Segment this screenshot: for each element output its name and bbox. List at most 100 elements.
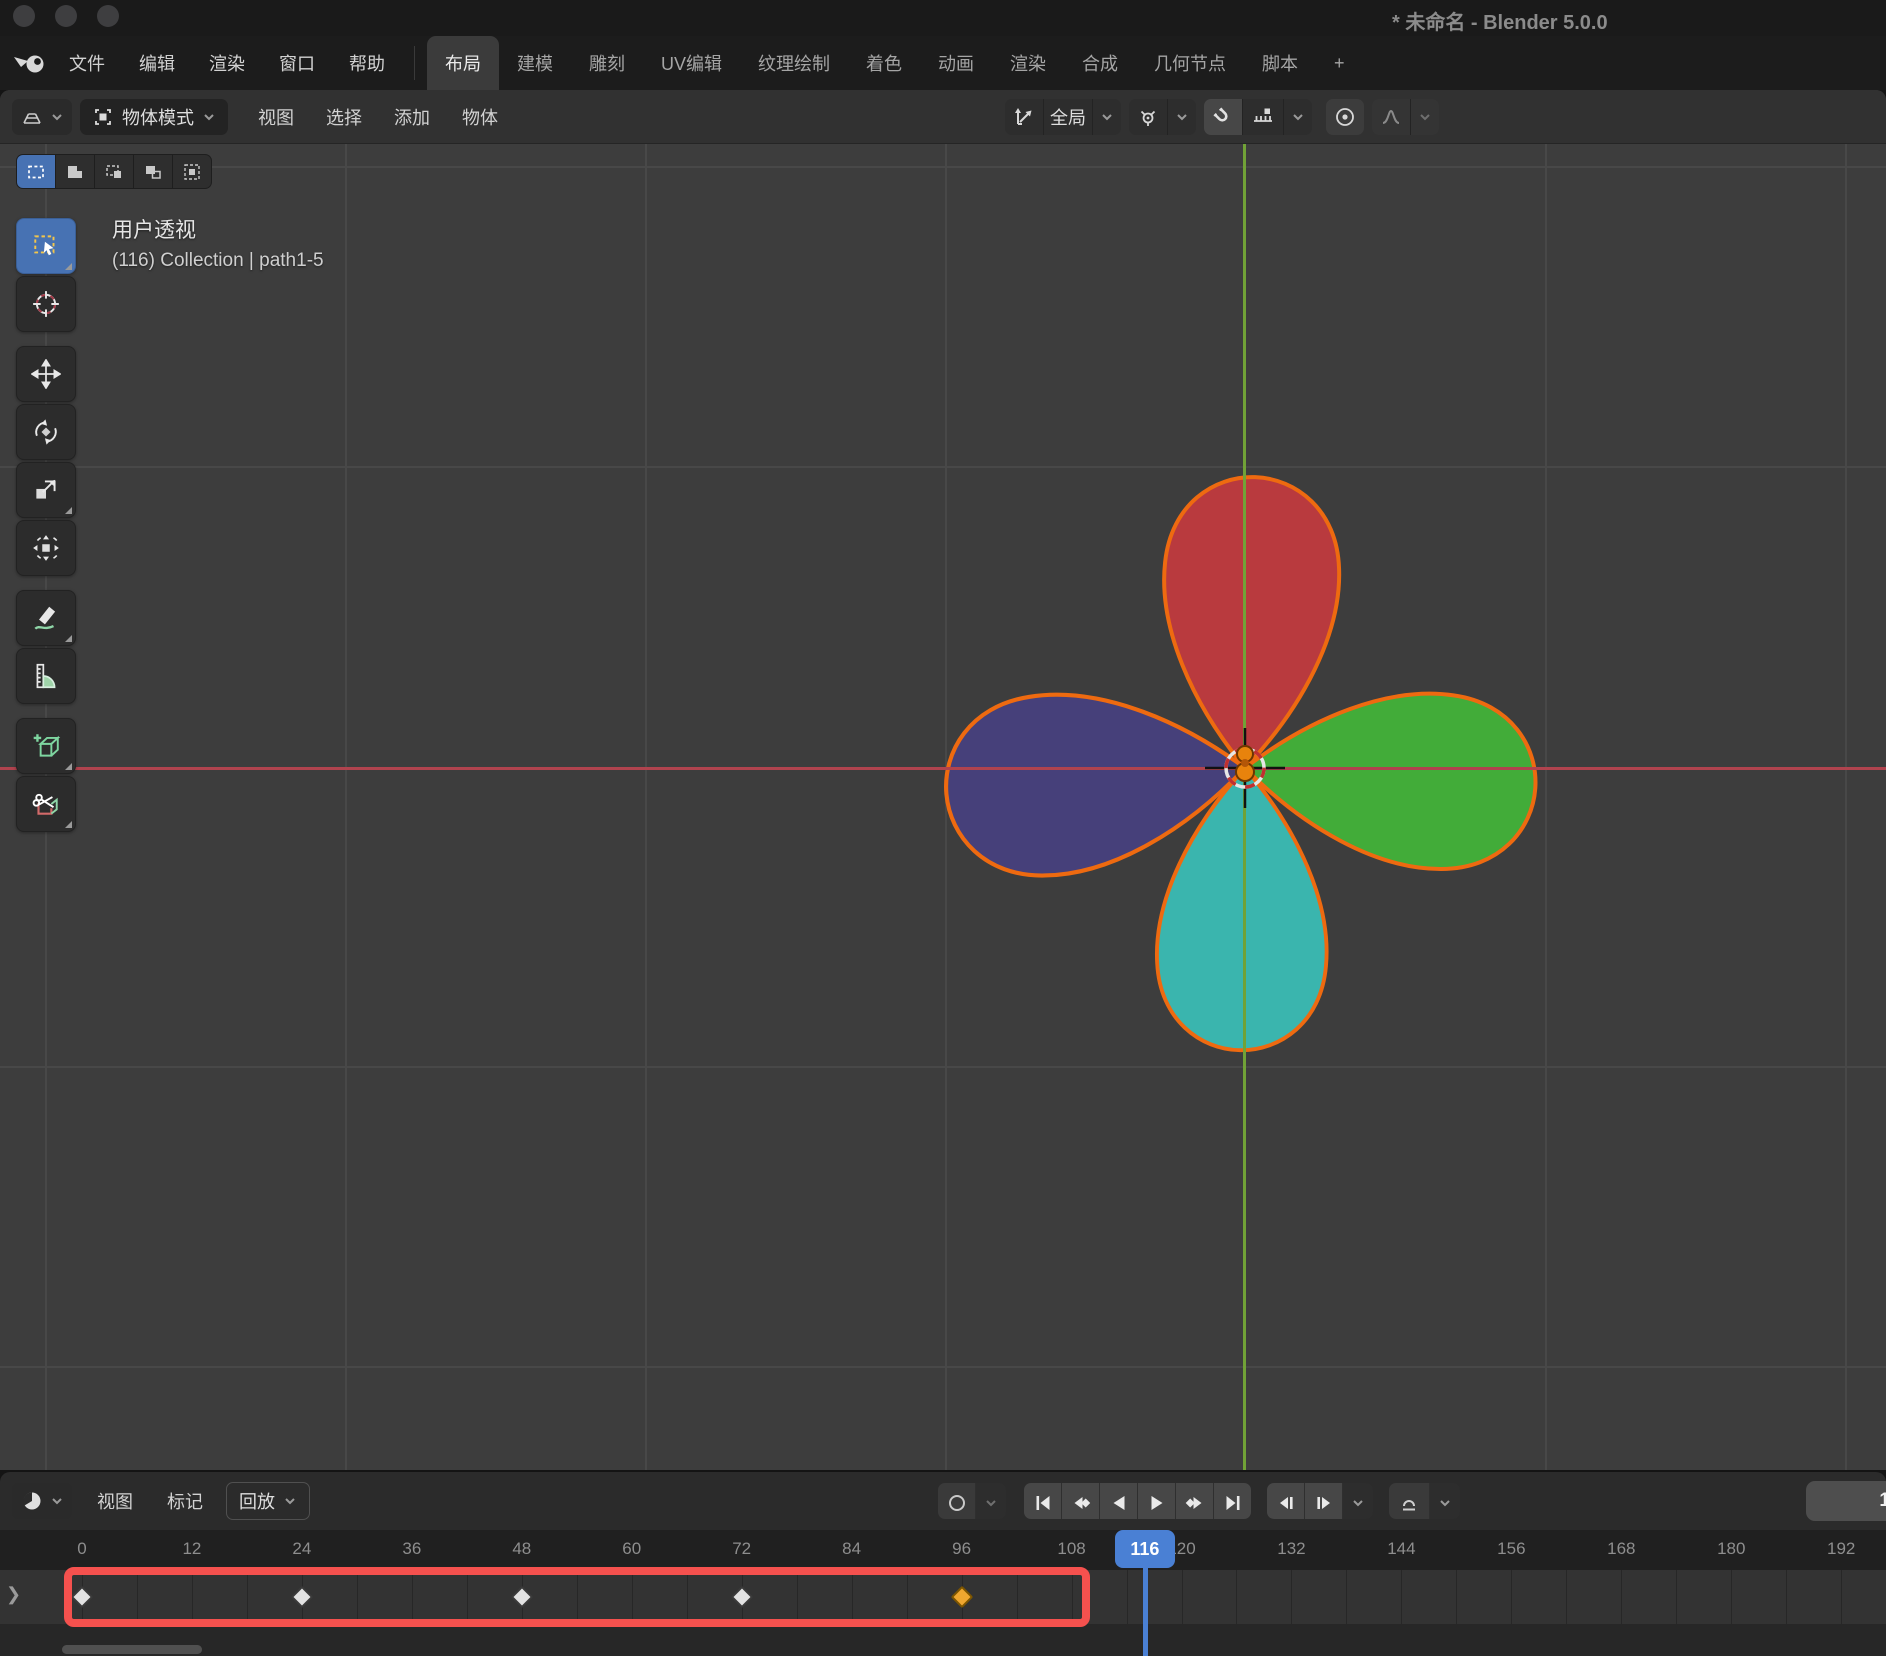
blender-logo-icon[interactable] <box>12 49 48 77</box>
menu-item[interactable]: 窗口 <box>262 36 332 90</box>
workspace-tab[interactable]: 渲染 <box>992 36 1064 90</box>
cursor-3d[interactable] <box>1205 728 1285 808</box>
workspace-tab[interactable]: 纹理绘制 <box>740 36 848 90</box>
timeline-editor-icon <box>20 1489 44 1513</box>
viewport-menu-item[interactable]: 物体 <box>446 104 514 130</box>
play-reverse-button[interactable] <box>1100 1483 1138 1519</box>
viewport-menu-item[interactable]: 选择 <box>310 104 378 130</box>
auto-keying-toggle[interactable] <box>938 1483 976 1519</box>
workspace-tab[interactable]: 动画 <box>920 36 992 90</box>
ruler-frame-label: 132 <box>1277 1539 1305 1559</box>
workspace-tab[interactable]: UV编辑 <box>643 36 740 90</box>
workspace-tab[interactable]: 着色 <box>848 36 920 90</box>
timeline-menu-item[interactable]: 视图 <box>80 1488 150 1514</box>
workspace-tab[interactable]: 布局 <box>427 36 499 90</box>
pivot-point-dropdown[interactable] <box>1129 99 1196 135</box>
proportional-editing-toggle[interactable] <box>1326 99 1364 135</box>
editor-type-button[interactable] <box>12 99 72 135</box>
ruler-frame-label: 156 <box>1497 1539 1525 1559</box>
main-menus: 文件编辑渲染窗口帮助 <box>52 36 402 90</box>
timeline-ruler[interactable]: 0122436486072849610812013214415616818019… <box>0 1530 1886 1570</box>
snap-to-increment-icon[interactable] <box>1243 99 1284 135</box>
traffic-light-zoom[interactable] <box>97 5 119 27</box>
workspace-tab[interactable]: 脚本 <box>1244 36 1316 90</box>
add-primitive-tool[interactable] <box>16 718 76 774</box>
frame-tick <box>1621 1570 1622 1624</box>
workspace-tab[interactable]: + <box>1316 36 1363 90</box>
move-tool[interactable] <box>16 346 76 402</box>
jump-to-start-button[interactable] <box>1024 1483 1062 1519</box>
timeline-menu-item[interactable]: 标记 <box>150 1488 220 1514</box>
orientation-axes-icon <box>1005 99 1044 135</box>
proportional-editing-icon <box>1326 99 1364 135</box>
select-mode-invert[interactable] <box>134 155 172 188</box>
playback-popover-button[interactable]: 回放 <box>226 1482 310 1520</box>
viewport-menus: 视图选择添加物体 <box>242 104 514 130</box>
transform-orientation-dropdown[interactable]: 全局 <box>1005 99 1121 135</box>
frame-step-group <box>1267 1483 1373 1519</box>
rotate-tool[interactable] <box>16 404 76 460</box>
ruler-frame-label: 108 <box>1057 1539 1085 1559</box>
transform-tool[interactable] <box>16 520 76 576</box>
preview-range-toggle[interactable] <box>1389 1483 1430 1519</box>
workspace-tab[interactable]: 雕刻 <box>571 36 643 90</box>
prev-keyframe-button[interactable] <box>1062 1483 1100 1519</box>
measure-tool[interactable] <box>16 648 76 704</box>
magnet-toggle[interactable] <box>1204 99 1243 135</box>
current-frame-field[interactable]: 116 <box>1806 1481 1886 1521</box>
timeline-menus: 视图标记 <box>80 1488 220 1514</box>
traffic-light-minimize[interactable] <box>55 5 77 27</box>
keying-dropdown[interactable] <box>976 1483 1006 1519</box>
select-mode-subtract[interactable] <box>95 155 133 188</box>
object-mode-icon <box>92 106 114 128</box>
step-dropdown[interactable] <box>1343 1483 1373 1519</box>
jump-to-end-button[interactable] <box>1214 1483 1251 1519</box>
playhead-label[interactable]: 116 <box>1115 1530 1175 1568</box>
timeline-editor-type-button[interactable] <box>12 1483 72 1519</box>
mode-selector[interactable]: 物体模式 <box>80 99 228 135</box>
blender-window: * 未命名 - Blender 5.0.0 文件编辑渲染窗口帮助 布局建模雕刻U… <box>0 0 1886 1656</box>
frame-tick <box>1731 1570 1732 1624</box>
workspace-tab[interactable]: 几何节点 <box>1136 36 1244 90</box>
workspace-tab[interactable]: 建模 <box>499 36 571 90</box>
select-mode-new[interactable] <box>17 155 55 188</box>
menu-item[interactable]: 文件 <box>52 36 122 90</box>
viewport-menu-item[interactable]: 添加 <box>378 104 446 130</box>
workspace-tab[interactable]: 合成 <box>1064 36 1136 90</box>
viewport-editor-icon <box>20 105 44 129</box>
menu-item[interactable]: 帮助 <box>332 36 402 90</box>
cut-tool[interactable] <box>16 776 76 832</box>
select-mode-extend[interactable] <box>56 155 94 188</box>
menu-separator <box>414 46 415 80</box>
viewport-menu-item[interactable]: 视图 <box>242 104 310 130</box>
object-origin[interactable] <box>1241 759 1249 767</box>
chevron-down-icon[interactable] <box>1284 99 1312 135</box>
menu-item[interactable]: 编辑 <box>122 36 192 90</box>
current-frame-value: 116 <box>1879 1490 1886 1512</box>
viewport-3d[interactable]: 物体模式 视图选择添加物体 全局 <box>0 90 1886 1470</box>
falloff-curve-icon <box>1372 99 1411 135</box>
cursor-tool[interactable] <box>16 276 76 332</box>
timeline-scrollbar[interactable] <box>62 1645 202 1654</box>
playhead-frame-number: 116 <box>1130 1539 1159 1560</box>
playhead-line[interactable] <box>1143 1568 1148 1656</box>
select-mode-intersect[interactable] <box>173 155 211 188</box>
frame-tick <box>1127 1570 1128 1624</box>
snap-group <box>1204 99 1312 135</box>
play-button[interactable] <box>1138 1483 1176 1519</box>
annotate-tool[interactable] <box>16 590 76 646</box>
falloff-dropdown[interactable] <box>1372 99 1439 135</box>
next-keyframe-button[interactable] <box>1176 1483 1214 1519</box>
transport-controls <box>938 1481 1460 1521</box>
frame-tick <box>1401 1570 1402 1624</box>
scale-tool[interactable] <box>16 462 76 518</box>
menu-item[interactable]: 渲染 <box>192 36 262 90</box>
traffic-light-close[interactable] <box>13 5 35 27</box>
select-box-tool[interactable] <box>16 218 76 274</box>
ruler-frame-label: 96 <box>952 1539 971 1559</box>
ruler-frame-label: 24 <box>292 1539 311 1559</box>
step-forward-button[interactable] <box>1305 1483 1343 1519</box>
channel-expander-icon[interactable]: ❯ <box>6 1584 21 1605</box>
preview-range-dropdown[interactable] <box>1430 1483 1460 1519</box>
step-back-button[interactable] <box>1267 1483 1305 1519</box>
